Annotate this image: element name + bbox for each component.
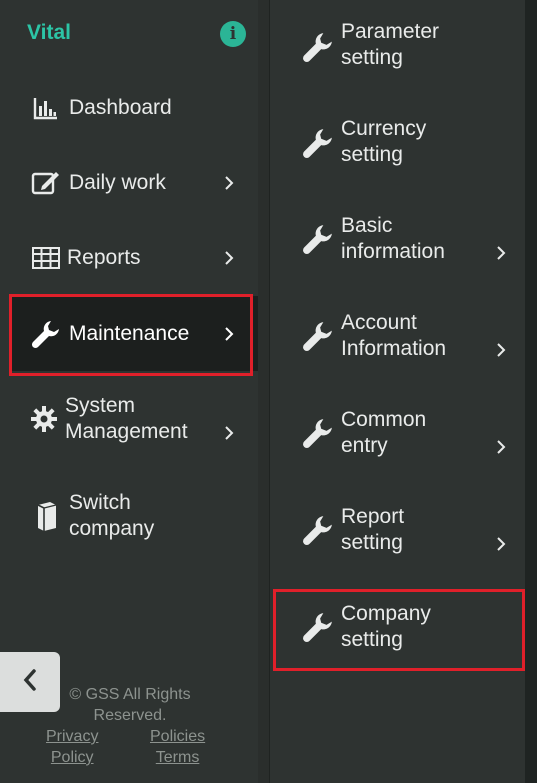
- terms-line-1: Policies: [150, 728, 206, 745]
- submenu-item-account-information[interactable]: Account Information: [271, 291, 525, 388]
- sidebar-item-label: Switch company: [69, 490, 154, 542]
- sidebar-item-label: Dashboard: [69, 95, 172, 119]
- copyright-text: © GSS All Rights Reserved.: [40, 684, 220, 726]
- sidebar: Vital i Dashboard Daily work Reports Mai…: [0, 0, 268, 783]
- submenu-item-label: Parameter setting: [341, 19, 491, 71]
- privacy-line-1: Privacy: [46, 728, 99, 745]
- submenu-item-common-entry[interactable]: Common entry: [271, 388, 525, 485]
- sidebar-item-system-management[interactable]: System Management: [0, 381, 258, 456]
- sidebar-item-switch-company[interactable]: Switch company: [0, 478, 258, 553]
- wrench-icon: [301, 126, 335, 160]
- wrench-icon: [31, 319, 61, 349]
- wrench-icon: [301, 610, 335, 644]
- label-line-2: entry: [341, 434, 388, 457]
- chevron-right-icon: [222, 326, 236, 341]
- wrench-icon: [301, 513, 335, 547]
- label-line-2: setting: [341, 531, 403, 554]
- label-line-2: information: [341, 240, 445, 263]
- label-line-2: setting: [341, 143, 403, 166]
- submenu-item-parameter-setting[interactable]: Parameter setting: [271, 0, 525, 97]
- submenu-item-label: Report setting: [341, 504, 491, 556]
- info-icon[interactable]: i: [220, 21, 246, 47]
- privacy-line-2: Policy: [50, 749, 94, 766]
- chevron-right-icon: [222, 175, 236, 190]
- privacy-policy-link[interactable]: Privacy Policy: [46, 726, 98, 768]
- sidebar-item-daily-work[interactable]: Daily work: [0, 145, 258, 220]
- submenu-item-label: Basic information: [341, 213, 491, 265]
- label-line-1: Report: [341, 505, 405, 528]
- chevron-right-icon: [495, 343, 507, 357]
- table-icon: [31, 243, 61, 273]
- sidebar-item-reports[interactable]: Reports: [0, 220, 258, 295]
- chevron-right-icon: [495, 246, 507, 260]
- label-line-2: Information: [341, 337, 447, 360]
- sidebar-item-label: Maintenance: [69, 321, 190, 345]
- book-icon: [32, 501, 62, 531]
- app-root: Vital i Dashboard Daily work Reports Mai…: [0, 0, 537, 783]
- sidebar-item-maintenance[interactable]: Maintenance: [10, 296, 268, 371]
- chevron-right-icon: [222, 426, 236, 440]
- label-line-1: Parameter: [341, 20, 440, 43]
- label-line-1: Currency: [341, 117, 427, 140]
- submenu-item-basic-information[interactable]: Basic information: [271, 194, 525, 291]
- sidebar-item-label: Reports: [67, 245, 141, 269]
- label-line-1: Common: [341, 408, 427, 431]
- submenu-item-label: Currency setting: [341, 116, 491, 168]
- label-line-1: Switch: [69, 491, 131, 514]
- submenu-item-report-setting[interactable]: Report setting: [271, 485, 525, 582]
- wrench-icon: [301, 319, 335, 353]
- label-line-1: Account: [341, 311, 417, 334]
- collapse-sidebar-button[interactable]: [0, 652, 60, 712]
- sidebar-item-label: Daily work: [69, 170, 166, 194]
- chevron-left-icon: [22, 668, 38, 697]
- wrench-icon: [301, 30, 335, 64]
- chevron-right-icon: [495, 537, 507, 551]
- submenu-item-company-setting[interactable]: Company setting: [271, 582, 525, 679]
- policies-terms-link[interactable]: Policies Terms: [150, 726, 205, 768]
- label-line-2: setting: [341, 46, 403, 69]
- copyright-line-2: Reserved.: [93, 707, 167, 724]
- label-line-2: Management: [65, 420, 188, 443]
- bar-chart-icon: [31, 93, 61, 123]
- wrench-icon: [301, 222, 335, 256]
- submenu-scrollbar[interactable]: [525, 0, 537, 783]
- sidebar-header: Vital i: [0, 0, 258, 66]
- chevron-right-icon: [222, 250, 236, 265]
- label-line-1: Basic: [341, 214, 393, 237]
- submenu-item-label: Common entry: [341, 407, 491, 459]
- chevron-right-icon: [495, 440, 507, 454]
- sidebar-item-label: System Management: [65, 393, 188, 445]
- gear-icon: [29, 404, 59, 434]
- copyright-line-1: © GSS All Rights: [69, 686, 191, 703]
- brand-name[interactable]: Vital: [27, 21, 71, 45]
- submenu-item-currency-setting[interactable]: Currency setting: [271, 97, 525, 194]
- terms-line-2: Terms: [155, 749, 200, 766]
- submenu-item-label: Account Information: [341, 310, 491, 362]
- edit-icon: [31, 168, 61, 198]
- label-line-2: company: [69, 517, 155, 540]
- sidebar-item-dashboard[interactable]: Dashboard: [0, 70, 258, 145]
- wrench-icon: [301, 416, 335, 450]
- label-line-1: Company: [341, 602, 431, 625]
- label-line-2: setting: [341, 628, 403, 651]
- label-line-1: System: [65, 394, 136, 417]
- sidebar-scrollbar[interactable]: [258, 0, 270, 783]
- submenu-item-label: Company setting: [341, 601, 491, 653]
